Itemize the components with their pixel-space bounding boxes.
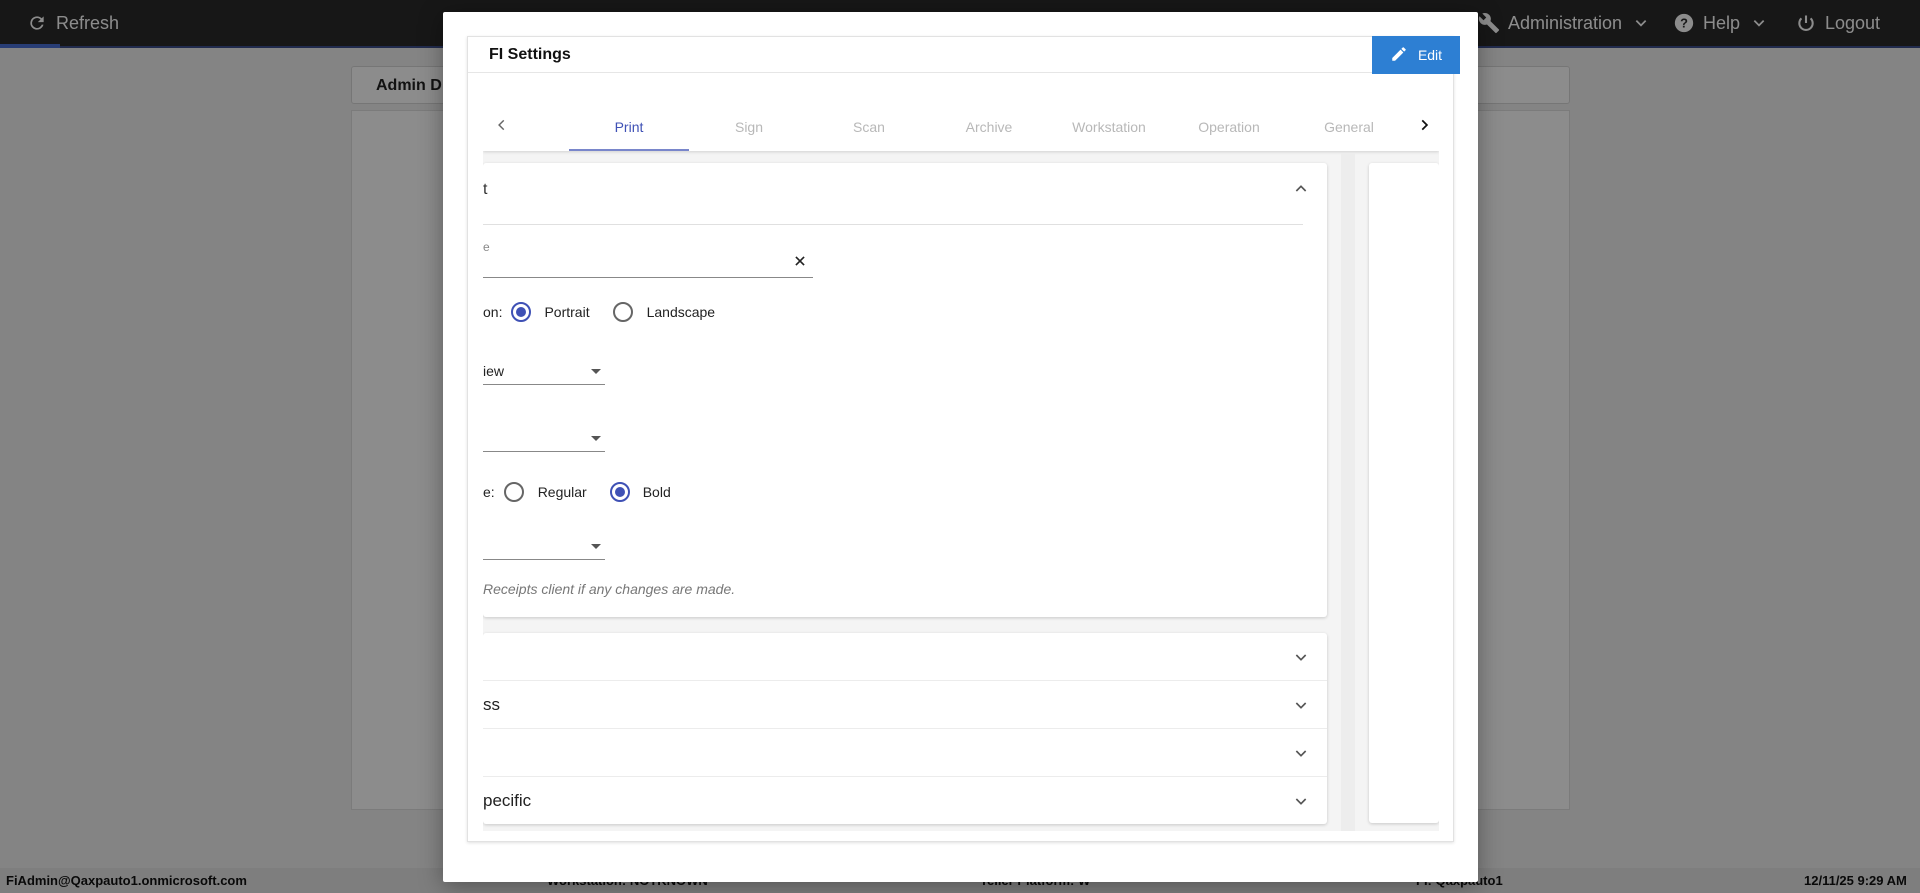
chevron-down-icon bbox=[1293, 793, 1309, 814]
tab-scan[interactable]: Scan bbox=[809, 103, 929, 151]
tab-sign[interactable]: Sign bbox=[689, 103, 809, 151]
tab-workstation[interactable]: Workstation bbox=[1049, 103, 1169, 151]
landscape-label: Landscape bbox=[646, 304, 716, 320]
dialog-title: FI Settings bbox=[489, 46, 571, 63]
clear-icon[interactable] bbox=[793, 254, 807, 273]
section-title: t bbox=[483, 181, 488, 198]
dropdown-arrow-icon bbox=[591, 369, 601, 374]
tabs-scroll-right-button[interactable] bbox=[1409, 103, 1439, 151]
chevron-right-icon bbox=[1417, 118, 1431, 137]
collapsed-section-3[interactable] bbox=[483, 729, 1327, 777]
fi-settings-dialog: FI Settings Edit Print Sign Scan Archive… bbox=[443, 12, 1478, 882]
pencil-icon bbox=[1390, 45, 1408, 66]
orientation-label: on: bbox=[483, 304, 503, 320]
regular-label: Regular bbox=[537, 484, 587, 500]
edit-label: Edit bbox=[1417, 47, 1443, 63]
tab-label: General bbox=[1324, 119, 1374, 135]
tab-label: Print bbox=[614, 119, 644, 135]
tab-operation[interactable]: Operation bbox=[1169, 103, 1289, 151]
fi-settings-card: FI Settings Edit Print Sign Scan Archive… bbox=[467, 36, 1460, 842]
active-tab-indicator bbox=[569, 149, 689, 151]
select-value: iew bbox=[483, 363, 505, 379]
chevron-down-icon bbox=[1293, 697, 1309, 718]
collapsed-section-2[interactable]: ss bbox=[483, 681, 1327, 729]
vertical-scrollbar[interactable] bbox=[1341, 153, 1355, 831]
dropdown-arrow-icon bbox=[591, 544, 601, 549]
collapsed-sections: ss pecific bbox=[483, 633, 1327, 824]
font-style-radio-group: e: Regular Bold bbox=[483, 480, 671, 504]
edit-button[interactable]: Edit bbox=[1372, 36, 1460, 74]
chevron-left-icon bbox=[495, 118, 509, 137]
print-settings-panel: t e on: Portrait Landscape iew e: Regula… bbox=[483, 163, 1327, 617]
tabs-scroll-left-button[interactable] bbox=[487, 103, 517, 151]
tab-general[interactable]: General bbox=[1289, 103, 1409, 151]
collapsed-section-4[interactable]: pecific bbox=[483, 777, 1327, 825]
collapsed-section-1[interactable] bbox=[483, 633, 1327, 681]
portrait-label: Portrait bbox=[544, 304, 590, 320]
chevron-down-icon bbox=[1293, 745, 1309, 766]
landscape-radio[interactable] bbox=[612, 302, 633, 322]
chevron-down-icon bbox=[1293, 649, 1309, 670]
text-field-label: e bbox=[483, 240, 490, 254]
tab-label: Workstation bbox=[1072, 119, 1146, 135]
settings-content: Print Sign Scan Archive Workstation Oper… bbox=[483, 103, 1439, 831]
regular-radio[interactable] bbox=[503, 482, 524, 502]
portrait-radio[interactable] bbox=[511, 302, 532, 322]
tab-label: Scan bbox=[853, 119, 885, 135]
tab-label: Sign bbox=[734, 119, 764, 135]
tab-label: Archive bbox=[965, 119, 1013, 135]
print-select-1[interactable]: iew bbox=[483, 359, 605, 385]
restart-note: Receipts client if any changes are made. bbox=[483, 581, 736, 597]
section-label: pecific bbox=[483, 791, 532, 810]
tab-archive[interactable]: Archive bbox=[929, 103, 1049, 151]
orientation-radio-group: on: Portrait Landscape bbox=[483, 300, 715, 324]
settings-tabs: Print Sign Scan Archive Workstation Oper… bbox=[483, 103, 1439, 151]
print-text-field[interactable] bbox=[483, 253, 813, 278]
dropdown-arrow-icon bbox=[591, 436, 601, 441]
font-style-label: e: bbox=[483, 484, 495, 500]
collapse-panel-button[interactable] bbox=[1293, 181, 1309, 202]
bold-radio[interactable] bbox=[609, 482, 630, 502]
side-panel bbox=[1369, 163, 1439, 823]
tab-label: Operation bbox=[1198, 119, 1260, 135]
fi-settings-header: FI Settings Edit bbox=[468, 36, 1460, 74]
panel-header-divider bbox=[483, 224, 1303, 225]
print-select-2[interactable] bbox=[483, 426, 605, 452]
section-label: ss bbox=[483, 695, 500, 714]
bold-label: Bold bbox=[642, 484, 671, 500]
tab-print[interactable]: Print bbox=[569, 103, 689, 151]
print-select-3[interactable] bbox=[483, 534, 605, 560]
